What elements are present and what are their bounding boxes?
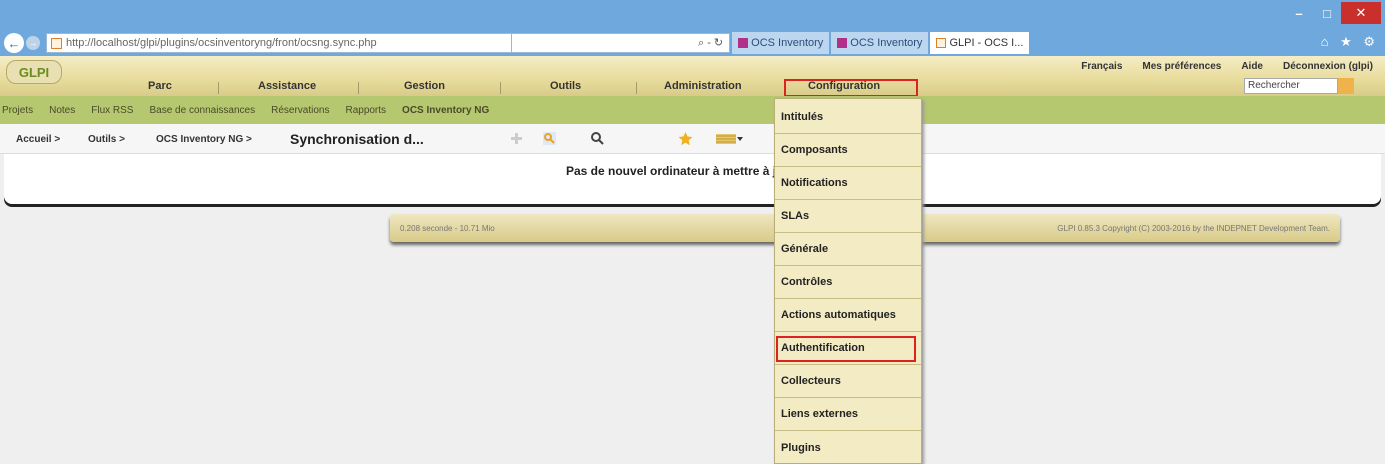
status-message: Pas de nouvel ordinateur à mettre à jour [566,164,796,178]
tab-favicon-icon [738,38,749,48]
search-icon[interactable] [542,131,557,146]
configuration-dropdown: Intitulés Composants Notifications SLAs … [774,98,922,464]
maximize-button[interactable]: □ [1313,2,1341,24]
bookmark-star-icon[interactable] [678,131,693,146]
browser-tab[interactable]: OCS Inventory [732,32,830,54]
submenu-reservations[interactable]: Réservations [271,105,329,116]
forward-icon[interactable]: → [26,36,40,50]
dropdown-item-actions-automatiques[interactable]: Actions automatiques [775,299,921,332]
main-content: Pas de nouvel ordinateur à mettre à jour [4,154,1381,204]
menu-outils[interactable]: Outils [550,80,581,92]
address-bar-tools[interactable]: ⌕ - ↻ [692,33,731,53]
top-links: Français Mes préférences Aide Déconnexio… [1061,61,1373,72]
footer-timing: 0.208 seconde - 10.71 Mio [400,224,495,233]
submenu-base-connaissances[interactable]: Base de connaissances [149,105,255,116]
menu-administration[interactable]: Administration [664,80,742,92]
dropdown-item-collecteurs[interactable]: Collecteurs [775,365,921,398]
menu-gestion[interactable]: Gestion [404,80,445,92]
window-controls: – □ ✕ [1285,2,1381,24]
breadcrumb-ocs[interactable]: OCS Inventory NG > [156,134,252,145]
main-menu: Parc Assistance Gestion Outils Administr… [0,80,1385,96]
preferences-link[interactable]: Mes préférences [1142,61,1221,72]
browser-tab-active[interactable]: GLPI - OCS I... [930,32,1030,54]
logout-link[interactable]: Déconnexion (glpi) [1283,61,1373,72]
dropdown-item-liens-externes[interactable]: Liens externes [775,398,921,431]
submenu-ocs-inventory[interactable]: OCS Inventory NG [402,105,489,116]
dropdown-item-controles[interactable]: Contrôles [775,266,921,299]
add-icon[interactable] [509,131,524,146]
address-bar-space[interactable] [512,33,692,53]
display-options-icon[interactable] [716,131,744,146]
menu-separator [636,82,637,94]
menu-assistance[interactable]: Assistance [258,80,316,92]
close-button[interactable]: ✕ [1341,2,1381,24]
authentification-highlight [776,336,916,362]
page-title: Synchronisation d... [290,131,424,147]
sub-menu: Projets Notes Flux RSS Base de connaissa… [0,96,1385,124]
dropdown-item-generale[interactable]: Générale [775,233,921,266]
address-bar[interactable]: http://localhost/glpi/plugins/ocsinvento… [46,33,512,53]
url-text: http://localhost/glpi/plugins/ocsinvento… [66,37,377,49]
browser-address-row: ← → http://localhost/glpi/plugins/ocsinv… [0,30,1385,56]
browser-titlebar: – □ ✕ [0,0,1385,30]
dropdown-item-notifications[interactable]: Notifications [775,167,921,200]
submenu-rapports[interactable]: Rapports [345,105,386,116]
submenu-flux-rss[interactable]: Flux RSS [91,105,133,116]
menu-separator [358,82,359,94]
browser-toolbar-icons[interactable]: ⌂ ★ ⚙ [1321,34,1379,50]
lookup-icon[interactable] [590,131,605,146]
menu-parc[interactable]: Parc [148,80,172,92]
back-icon[interactable]: ← [4,33,24,53]
breadcrumb-accueil[interactable]: Accueil > [16,134,60,145]
minimize-button[interactable]: – [1285,2,1313,24]
tab-label: GLPI - OCS I... [949,37,1024,49]
dropdown-item-plugins[interactable]: Plugins [775,431,921,464]
menu-separator [218,82,219,94]
menu-separator [500,82,501,94]
dropdown-item-composants[interactable]: Composants [775,134,921,167]
tab-favicon-icon [936,38,947,48]
dropdown-item-slas[interactable]: SLAs [775,200,921,233]
breadcrumb: Accueil > Outils > OCS Inventory NG > Sy… [0,124,1385,154]
tab-label: OCS Inventory [850,37,923,49]
browser-tab[interactable]: OCS Inventory [831,32,929,54]
language-link[interactable]: Français [1081,61,1122,72]
tab-favicon-icon [837,38,848,48]
submenu-projets[interactable]: Projets [2,105,33,116]
help-link[interactable]: Aide [1241,61,1263,72]
dropdown-item-intitules[interactable]: Intitulés [775,101,921,134]
configuration-highlight [784,79,918,97]
breadcrumb-outils[interactable]: Outils > [88,134,125,145]
page-icon [51,37,62,49]
submenu-notes[interactable]: Notes [49,105,75,116]
tab-label: OCS Inventory [751,37,824,49]
footer-copyright[interactable]: GLPI 0.85.3 Copyright (C) 2003-2016 by t… [1057,224,1330,233]
